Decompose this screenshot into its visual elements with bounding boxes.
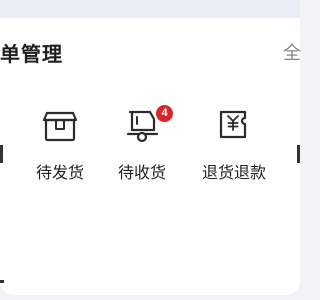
order-item-label: 待收货 bbox=[117, 163, 166, 182]
bottom-cut-off-mark bbox=[0, 280, 4, 283]
card-title: 单管理 bbox=[0, 42, 63, 66]
count-badge: 4 bbox=[156, 105, 173, 122]
right-cut-off-item-edge bbox=[297, 145, 300, 163]
order-item-label: 退货退款 bbox=[201, 163, 266, 182]
refund-ticket-icon bbox=[214, 108, 254, 144]
order-item-label: 待发货 bbox=[35, 163, 84, 182]
order-item-refund[interactable]: 退货退款 bbox=[189, 90, 279, 185]
order-item-pending-ship[interactable]: 待发货 bbox=[15, 90, 105, 185]
left-cut-off-item-edge bbox=[0, 145, 3, 163]
order-item-pending-receive[interactable]: 4 待收货 bbox=[97, 90, 187, 185]
order-management-card: 单管理 全 待发货 4 待收货 退货退款 bbox=[0, 18, 301, 295]
top-strip bbox=[0, 0, 300, 18]
package-icon bbox=[40, 108, 80, 144]
view-all-link[interactable]: 全 bbox=[283, 39, 301, 65]
